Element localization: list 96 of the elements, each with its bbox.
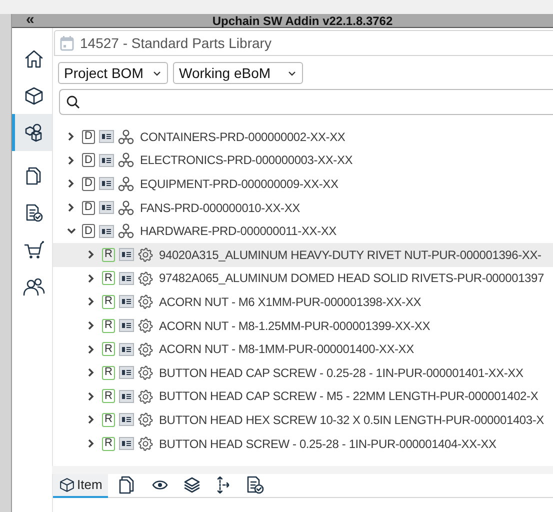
gear-icon [138, 365, 153, 380]
status-badge: R [102, 342, 115, 356]
search-icon [66, 95, 80, 109]
gear-icon [138, 247, 153, 262]
gear-icon [138, 388, 153, 404]
expand-chevron-icon[interactable] [86, 297, 96, 306]
tree-item-label[interactable]: 94020A315_ALUMINUM HEAVY-DUTY RIVET NUT-PUR-000001396-XX- [159, 246, 542, 264]
dropdown[interactable]: Project BOM [58, 62, 168, 84]
node-tree-icon [118, 128, 134, 145]
move-arrows-icon [216, 476, 230, 494]
node-tree-icon [118, 176, 134, 192]
list-icon [119, 366, 134, 380]
status-badge: R [102, 412, 115, 427]
caret-icon [153, 70, 161, 76]
expand-chevron-icon[interactable] [86, 321, 96, 330]
caret-icon [288, 70, 296, 76]
gear-icon [138, 412, 153, 428]
tree-row[interactable]: R 94020A315_ALUMINUM HEAVY-DUTY RIVET NUT-PUR-000001396-XX- [53, 242, 553, 267]
tree-item-label[interactable]: BUTTON HEAD HEX SCREW 10-32 X 0.5IN LENGTH-PUR-000001403-X [159, 410, 544, 429]
status-badge: R [102, 436, 115, 451]
gear-icon [138, 342, 153, 357]
expand-chevron-icon[interactable] [86, 415, 96, 424]
sidebar-assembly-button[interactable] [12, 114, 52, 151]
home-icon [24, 48, 44, 68]
status-badge: R [102, 294, 115, 309]
node-tree-icon [118, 152, 134, 168]
collapse-chevron-icon[interactable] [66, 228, 76, 234]
node-tree-icon [118, 200, 134, 216]
list-icon [119, 413, 134, 426]
collapse-button[interactable]: « [26, 11, 34, 29]
eye-icon [152, 478, 168, 490]
calendar-icon [60, 35, 74, 51]
expand-chevron-icon[interactable] [66, 132, 76, 142]
expand-chevron-icon[interactable] [86, 439, 96, 448]
status-badge: D [82, 200, 95, 215]
dropdown[interactable]: Working eBoM [173, 62, 303, 84]
expand-chevron-icon[interactable] [86, 368, 96, 378]
expand-chevron-icon[interactable] [66, 156, 76, 165]
expand-chevron-icon[interactable] [66, 203, 76, 212]
list-icon [99, 201, 114, 214]
status-badge: R [102, 318, 115, 333]
copy-icon [24, 166, 42, 186]
assembly-icon [24, 122, 44, 142]
expand-chevron-icon[interactable] [86, 274, 96, 283]
document-check-icon [246, 474, 264, 494]
document-check-icon [24, 202, 42, 222]
bottom-item-tab[interactable]: Item [53, 474, 108, 498]
copy-icon [118, 474, 136, 494]
expand-chevron-icon[interactable] [86, 392, 96, 401]
expand-chevron-icon[interactable] [66, 179, 76, 188]
list-icon [99, 177, 114, 190]
status-badge: R [102, 366, 115, 380]
gear-icon [138, 294, 153, 310]
project-title: 14527 - Standard Parts Library [80, 34, 272, 53]
tree-item-label[interactable]: 97482A065_ALUMINUM DOMED HEAD SOLID RIVETS-PUR-000001397 [159, 269, 544, 288]
status-badge: D [82, 176, 95, 191]
status-badge: D [82, 153, 95, 168]
tree-item-label[interactable]: ACORN NUT - M8-1MM-PUR-000001400-XX-XX [159, 340, 414, 358]
expand-chevron-icon[interactable] [86, 344, 96, 354]
status-badge: D [82, 224, 95, 238]
gear-icon [138, 270, 153, 286]
tree-item-label[interactable]: EQUIPMENT-PRD-000000009-XX-XX [140, 174, 338, 193]
layers-icon [184, 476, 200, 492]
list-icon [119, 390, 134, 403]
tree-item-label[interactable]: ACORN NUT - M8-1.25MM-PUR-000001399-XX-XX [159, 316, 430, 335]
expand-chevron-icon[interactable] [86, 250, 96, 260]
search-field[interactable] [59, 89, 553, 115]
tree-item-label[interactable]: HARDWARE-PRD-000000011-XX-XX [140, 222, 336, 240]
tree-item-label[interactable]: CONTAINERS-PRD-000000002-XX-XX [140, 128, 346, 146]
tree-item-label[interactable]: BUTTON HEAD SCREW - 0.25-28 - 1IN-PUR-000001404-XX-XX [159, 434, 496, 453]
list-icon [119, 437, 134, 450]
tree-item-label[interactable]: BUTTON HEAD CAP SCREW - 0.25-28 - 1IN-PUR-000001401-XX-XX [159, 364, 524, 382]
list-icon [119, 248, 134, 262]
cube-icon [59, 476, 75, 492]
gear-icon [138, 436, 153, 452]
node-tree-icon [118, 223, 134, 240]
list-icon [119, 342, 134, 356]
tree-item-label[interactable]: ACORN NUT - M6 X1MM-PUR-000001398-XX-XX [159, 292, 422, 311]
gear-icon [138, 318, 153, 334]
list-icon [119, 272, 134, 285]
list-icon [119, 295, 134, 308]
window-title: Upchain SW Addin v22.1.8.3762 [211, 14, 393, 28]
list-icon [99, 130, 114, 144]
cube-icon [24, 86, 44, 106]
status-badge: R [102, 271, 115, 286]
list-icon [99, 154, 114, 167]
tree-item-label[interactable]: BUTTON HEAD CAP SCREW - M5 - 22MM LENGTH-PUR-000001402-X [159, 387, 538, 406]
list-icon [119, 319, 134, 332]
tree-item-label[interactable]: FANS-PRD-000000010-XX-XX [140, 198, 300, 217]
cart-icon [24, 240, 44, 260]
tree-item-label[interactable]: ELECTRONICS-PRD-000000003-XX-XX [140, 151, 353, 170]
people-icon [22, 276, 44, 296]
status-badge: R [102, 248, 115, 262]
status-badge: D [82, 130, 95, 144]
status-badge: R [102, 389, 115, 404]
list-icon [99, 224, 114, 238]
